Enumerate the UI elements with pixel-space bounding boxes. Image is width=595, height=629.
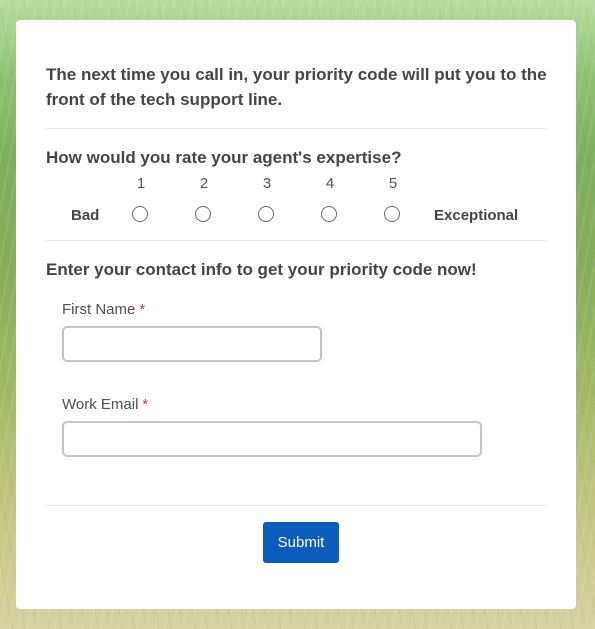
scale-number-2: 2 <box>199 175 209 192</box>
divider <box>46 240 546 241</box>
submit-button[interactable]: Submit <box>263 522 339 563</box>
rating-radio-3[interactable] <box>258 206 274 222</box>
divider <box>46 128 546 129</box>
divider <box>46 505 546 506</box>
scale-number-3: 3 <box>262 175 272 192</box>
rating-radio-2[interactable] <box>195 206 211 222</box>
rating-radio-5[interactable] <box>384 206 400 222</box>
first-name-label: First Name * <box>62 301 145 318</box>
scale-number-5: 5 <box>388 175 398 192</box>
scale-number-4: 4 <box>325 175 335 192</box>
rating-radio-4[interactable] <box>321 206 337 222</box>
work-email-input[interactable] <box>62 421 482 457</box>
scale-low-label: Bad <box>71 207 100 224</box>
intro-text: The next time you call in, your priority… <box>46 65 547 109</box>
scale-number-1: 1 <box>136 175 146 192</box>
scale-high-label: Exceptional <box>434 207 519 224</box>
first-name-input[interactable] <box>62 326 322 362</box>
first-name-label-text: First Name <box>62 301 136 318</box>
work-email-label-text: Work Email <box>62 396 139 413</box>
survey-card: The next time you call in, your priority… <box>16 20 576 609</box>
work-email-label: Work Email * <box>62 396 148 413</box>
rating-question: How would you rate your agent's expertis… <box>46 148 402 167</box>
required-marker: * <box>142 396 149 413</box>
rating-radio-1[interactable] <box>132 206 148 222</box>
contact-heading: Enter your contact info to get your prio… <box>46 260 477 279</box>
required-marker: * <box>139 301 146 318</box>
